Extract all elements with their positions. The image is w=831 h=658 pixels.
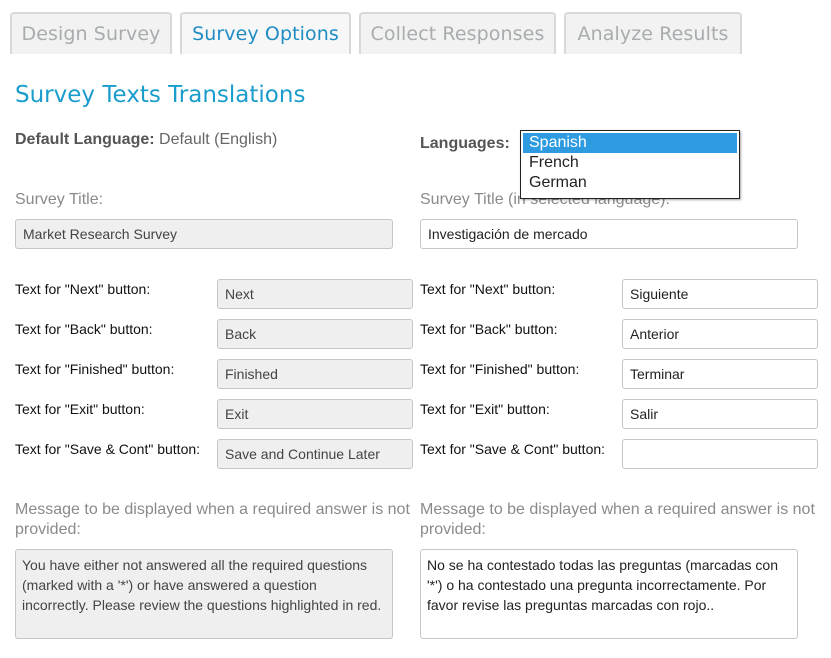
next-button-translated-input[interactable]: Siguiente bbox=[622, 279, 818, 309]
back-button-label: Text for "Back" button: bbox=[15, 321, 153, 337]
save-cont-button-translated-label: Text for "Save & Cont" button: bbox=[420, 441, 606, 457]
exit-button-translated-label: Text for "Exit" button: bbox=[420, 401, 550, 417]
exit-button-label: Text for "Exit" button: bbox=[15, 401, 145, 417]
exit-button-default-field: Exit bbox=[217, 399, 413, 429]
tab-design-survey[interactable]: Design Survey bbox=[10, 12, 172, 54]
default-language-row: Default Language: Default (English) bbox=[15, 131, 277, 149]
languages-listbox[interactable]: Spanish French German bbox=[520, 130, 740, 199]
languages-label: Languages: bbox=[420, 135, 510, 152]
next-button-default-field: Next bbox=[217, 279, 413, 309]
next-button-translated-label: Text for "Next" button: bbox=[420, 281, 556, 297]
page-title: Survey Texts Translations bbox=[15, 82, 306, 108]
back-button-translated-input[interactable]: Anterior bbox=[622, 319, 818, 349]
language-option-french[interactable]: French bbox=[523, 153, 737, 173]
required-message-default-field: You have either not answered all the req… bbox=[15, 549, 393, 639]
language-option-german[interactable]: German bbox=[523, 173, 737, 193]
survey-title-translated-input[interactable]: Investigación de mercado bbox=[420, 219, 798, 249]
language-option-spanish[interactable]: Spanish bbox=[523, 133, 737, 153]
tab-analyze-results[interactable]: Analyze Results bbox=[564, 12, 742, 54]
exit-button-translated-input[interactable]: Salir bbox=[622, 399, 818, 429]
save-cont-button-translated-input[interactable] bbox=[622, 439, 818, 469]
back-button-translated-label: Text for "Back" button: bbox=[420, 321, 558, 337]
tab-collect-responses[interactable]: Collect Responses bbox=[359, 12, 556, 54]
finished-button-translated-label: Text for "Finished" button: bbox=[420, 361, 580, 377]
finished-button-label: Text for "Finished" button: bbox=[15, 361, 175, 377]
tab-survey-options[interactable]: Survey Options bbox=[180, 12, 351, 54]
required-message-translated-textarea[interactable]: No se ha contestado todas las preguntas … bbox=[420, 549, 798, 639]
back-button-default-field: Back bbox=[217, 319, 413, 349]
finished-button-translated-input[interactable]: Terminar bbox=[622, 359, 818, 389]
finished-button-default-field: Finished bbox=[217, 359, 413, 389]
save-cont-button-label: Text for "Save & Cont" button: bbox=[15, 441, 201, 457]
next-button-label: Text for "Next" button: bbox=[15, 281, 151, 297]
default-language-label: Default Language: bbox=[15, 131, 155, 148]
survey-title-default-field: Market Research Survey bbox=[15, 219, 393, 249]
save-cont-button-default-field: Save and Continue Later bbox=[217, 439, 413, 469]
required-message-translated-label: Message to be displayed when a required … bbox=[420, 501, 815, 538]
required-message-label: Message to be displayed when a required … bbox=[15, 501, 410, 538]
survey-title-label: Survey Title: bbox=[15, 191, 104, 208]
default-language-value: Default (English) bbox=[159, 131, 278, 148]
